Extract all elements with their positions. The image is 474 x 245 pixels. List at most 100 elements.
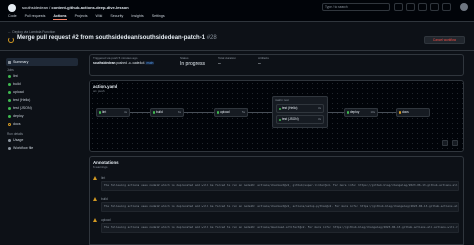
top-bar <box>0 0 474 22</box>
matrix-title: matrix: test <box>275 98 289 102</box>
workflow-trigger: on: push <box>93 89 105 93</box>
breadcrumb: southsidedean / content-github-actions-d… <box>22 5 129 10</box>
sidebar: Summary Jobs lint build upload test (Hel… <box>6 54 78 152</box>
sidebar-item-test-hello[interactable]: test (Hello) <box>6 96 78 104</box>
sidebar-item-docs[interactable]: docs <box>6 120 78 128</box>
annotation-job[interactable]: build <box>101 197 108 201</box>
status-label: Status <box>180 56 189 60</box>
tab-projects[interactable]: Projects <box>75 14 88 18</box>
annotation-message: The following actions uses node12 which … <box>101 181 459 191</box>
check-icon <box>7 114 11 118</box>
trigger-label: Triggered via push 5 minutes ago <box>93 56 138 60</box>
clock-icon <box>7 138 11 142</box>
connector-line <box>248 112 272 113</box>
sidebar-item-label: upload <box>13 90 24 94</box>
tab-insights[interactable]: Insights <box>131 14 143 18</box>
sidebar-item-label: test (Hello) <box>13 98 31 102</box>
run-summary-card <box>89 54 464 76</box>
connector-line <box>328 112 344 113</box>
sidebar-item-label: docs <box>13 122 21 126</box>
check-icon <box>7 82 11 86</box>
sidebar-item-usage[interactable]: Usage <box>6 136 78 144</box>
search-input[interactable]: Type / to search <box>322 3 390 11</box>
tab-security[interactable]: Security <box>110 14 123 18</box>
tab-wiki[interactable]: Wiki <box>96 14 103 18</box>
job-label: lint <box>102 109 107 114</box>
sidebar-item-label: build <box>13 82 21 86</box>
sidebar-item-lint[interactable]: lint <box>6 72 78 80</box>
repo-tabs: Code Pull requests Actions Projects Wiki… <box>8 14 172 20</box>
sidebar-item-build[interactable]: build <box>6 80 78 88</box>
sidebar-item-label: lint <box>13 74 18 78</box>
cancel-workflow-button[interactable]: Cancel workflow <box>424 36 465 44</box>
tab-pull-requests[interactable]: Pull requests <box>25 14 46 18</box>
warning-icon <box>93 197 97 201</box>
copilot-icon[interactable] <box>394 3 403 11</box>
annotations-count: 6 warnings <box>93 165 108 169</box>
inbox-icon[interactable] <box>442 3 451 11</box>
warning-icon <box>93 176 97 180</box>
sidebar-item-upload[interactable]: upload <box>6 88 78 96</box>
job-node-test-hello[interactable]: test (Hello) 3s <box>276 104 324 113</box>
job-duration: 3s <box>318 106 321 110</box>
tab-code[interactable]: Code <box>8 14 17 18</box>
sidebar-item-test-json[interactable]: test (JSON) <box>6 104 78 112</box>
job-label: test (Hello) <box>282 106 298 110</box>
tab-actions[interactable]: Actions <box>53 14 67 20</box>
breadcrumb-owner[interactable]: southsidedean <box>22 5 48 10</box>
tab-settings[interactable]: Settings <box>152 14 165 18</box>
avatar[interactable] <box>460 3 468 11</box>
job-duration: 5s <box>242 109 245 114</box>
home-icon <box>7 60 11 64</box>
check-icon <box>278 118 281 121</box>
pull-requests-icon[interactable] <box>430 3 439 11</box>
divider <box>0 50 474 51</box>
annotation-job[interactable]: upload <box>101 218 111 222</box>
job-node-upload[interactable]: upload 5s <box>214 107 248 117</box>
job-duration: 6s <box>178 109 181 114</box>
job-node-build[interactable]: build 6s <box>150 107 184 117</box>
job-node-docs[interactable]: docs <box>396 107 430 117</box>
sidebar-item-label: Summary <box>13 60 29 64</box>
sidebar-item-label: deploy <box>13 114 24 118</box>
check-icon <box>346 111 349 114</box>
annotation-message: The following actions uses node12 which … <box>101 202 459 212</box>
job-node-test-json[interactable]: test (JSON) 3s <box>276 115 324 124</box>
branch-badge[interactable]: main <box>145 61 155 65</box>
annotation-message: The following actions uses node12 which … <box>101 223 459 233</box>
pending-icon <box>398 111 401 114</box>
check-icon <box>7 90 11 94</box>
pending-icon <box>7 122 11 126</box>
trigger-user[interactable]: southsidedean <box>93 61 116 65</box>
back-to-workflow-link[interactable]: ← Deploy via Lambda Function <box>8 30 55 34</box>
status-value: In progress <box>180 61 206 67</box>
artifacts-label: Artifacts <box>258 56 269 60</box>
connector-line <box>130 112 150 113</box>
commit-sha[interactable]: -o- cade4c4 <box>128 61 145 65</box>
sidebar-item-deploy[interactable]: deploy <box>6 112 78 120</box>
github-logo-icon[interactable] <box>8 4 16 12</box>
issues-icon[interactable] <box>418 3 427 11</box>
sidebar-item-label: Workflow file <box>13 146 34 150</box>
zoom-in-icon[interactable] <box>452 140 458 146</box>
check-icon <box>216 111 219 114</box>
check-icon <box>7 98 11 102</box>
duration-label: Total duration <box>218 56 237 60</box>
create-new-icon[interactable] <box>406 3 415 11</box>
job-label: upload <box>220 109 230 114</box>
job-label: deploy <box>350 109 360 114</box>
breadcrumb-repo[interactable]: content-github-actions-deep-dive-lesson <box>51 5 128 10</box>
sidebar-item-summary[interactable]: Summary <box>6 58 78 66</box>
job-node-lint[interactable]: lint 4s <box>96 107 130 117</box>
zoom-out-icon[interactable] <box>442 140 448 146</box>
job-node-deploy[interactable]: deploy 10s <box>344 107 378 117</box>
job-label: test (JSON) <box>282 117 299 121</box>
run-number: #28 <box>206 35 217 41</box>
annotation-job[interactable]: lint <box>101 176 105 180</box>
sidebar-item-workflow-file[interactable]: Workflow file <box>6 144 78 152</box>
check-icon <box>98 111 101 114</box>
trigger-info: southsidedean pushed -o- cade4c4 main <box>93 61 155 65</box>
page-title: Merge pull request #2 from southsidedean… <box>17 35 217 41</box>
warning-icon <box>93 218 97 222</box>
job-duration: 10s <box>370 109 375 114</box>
